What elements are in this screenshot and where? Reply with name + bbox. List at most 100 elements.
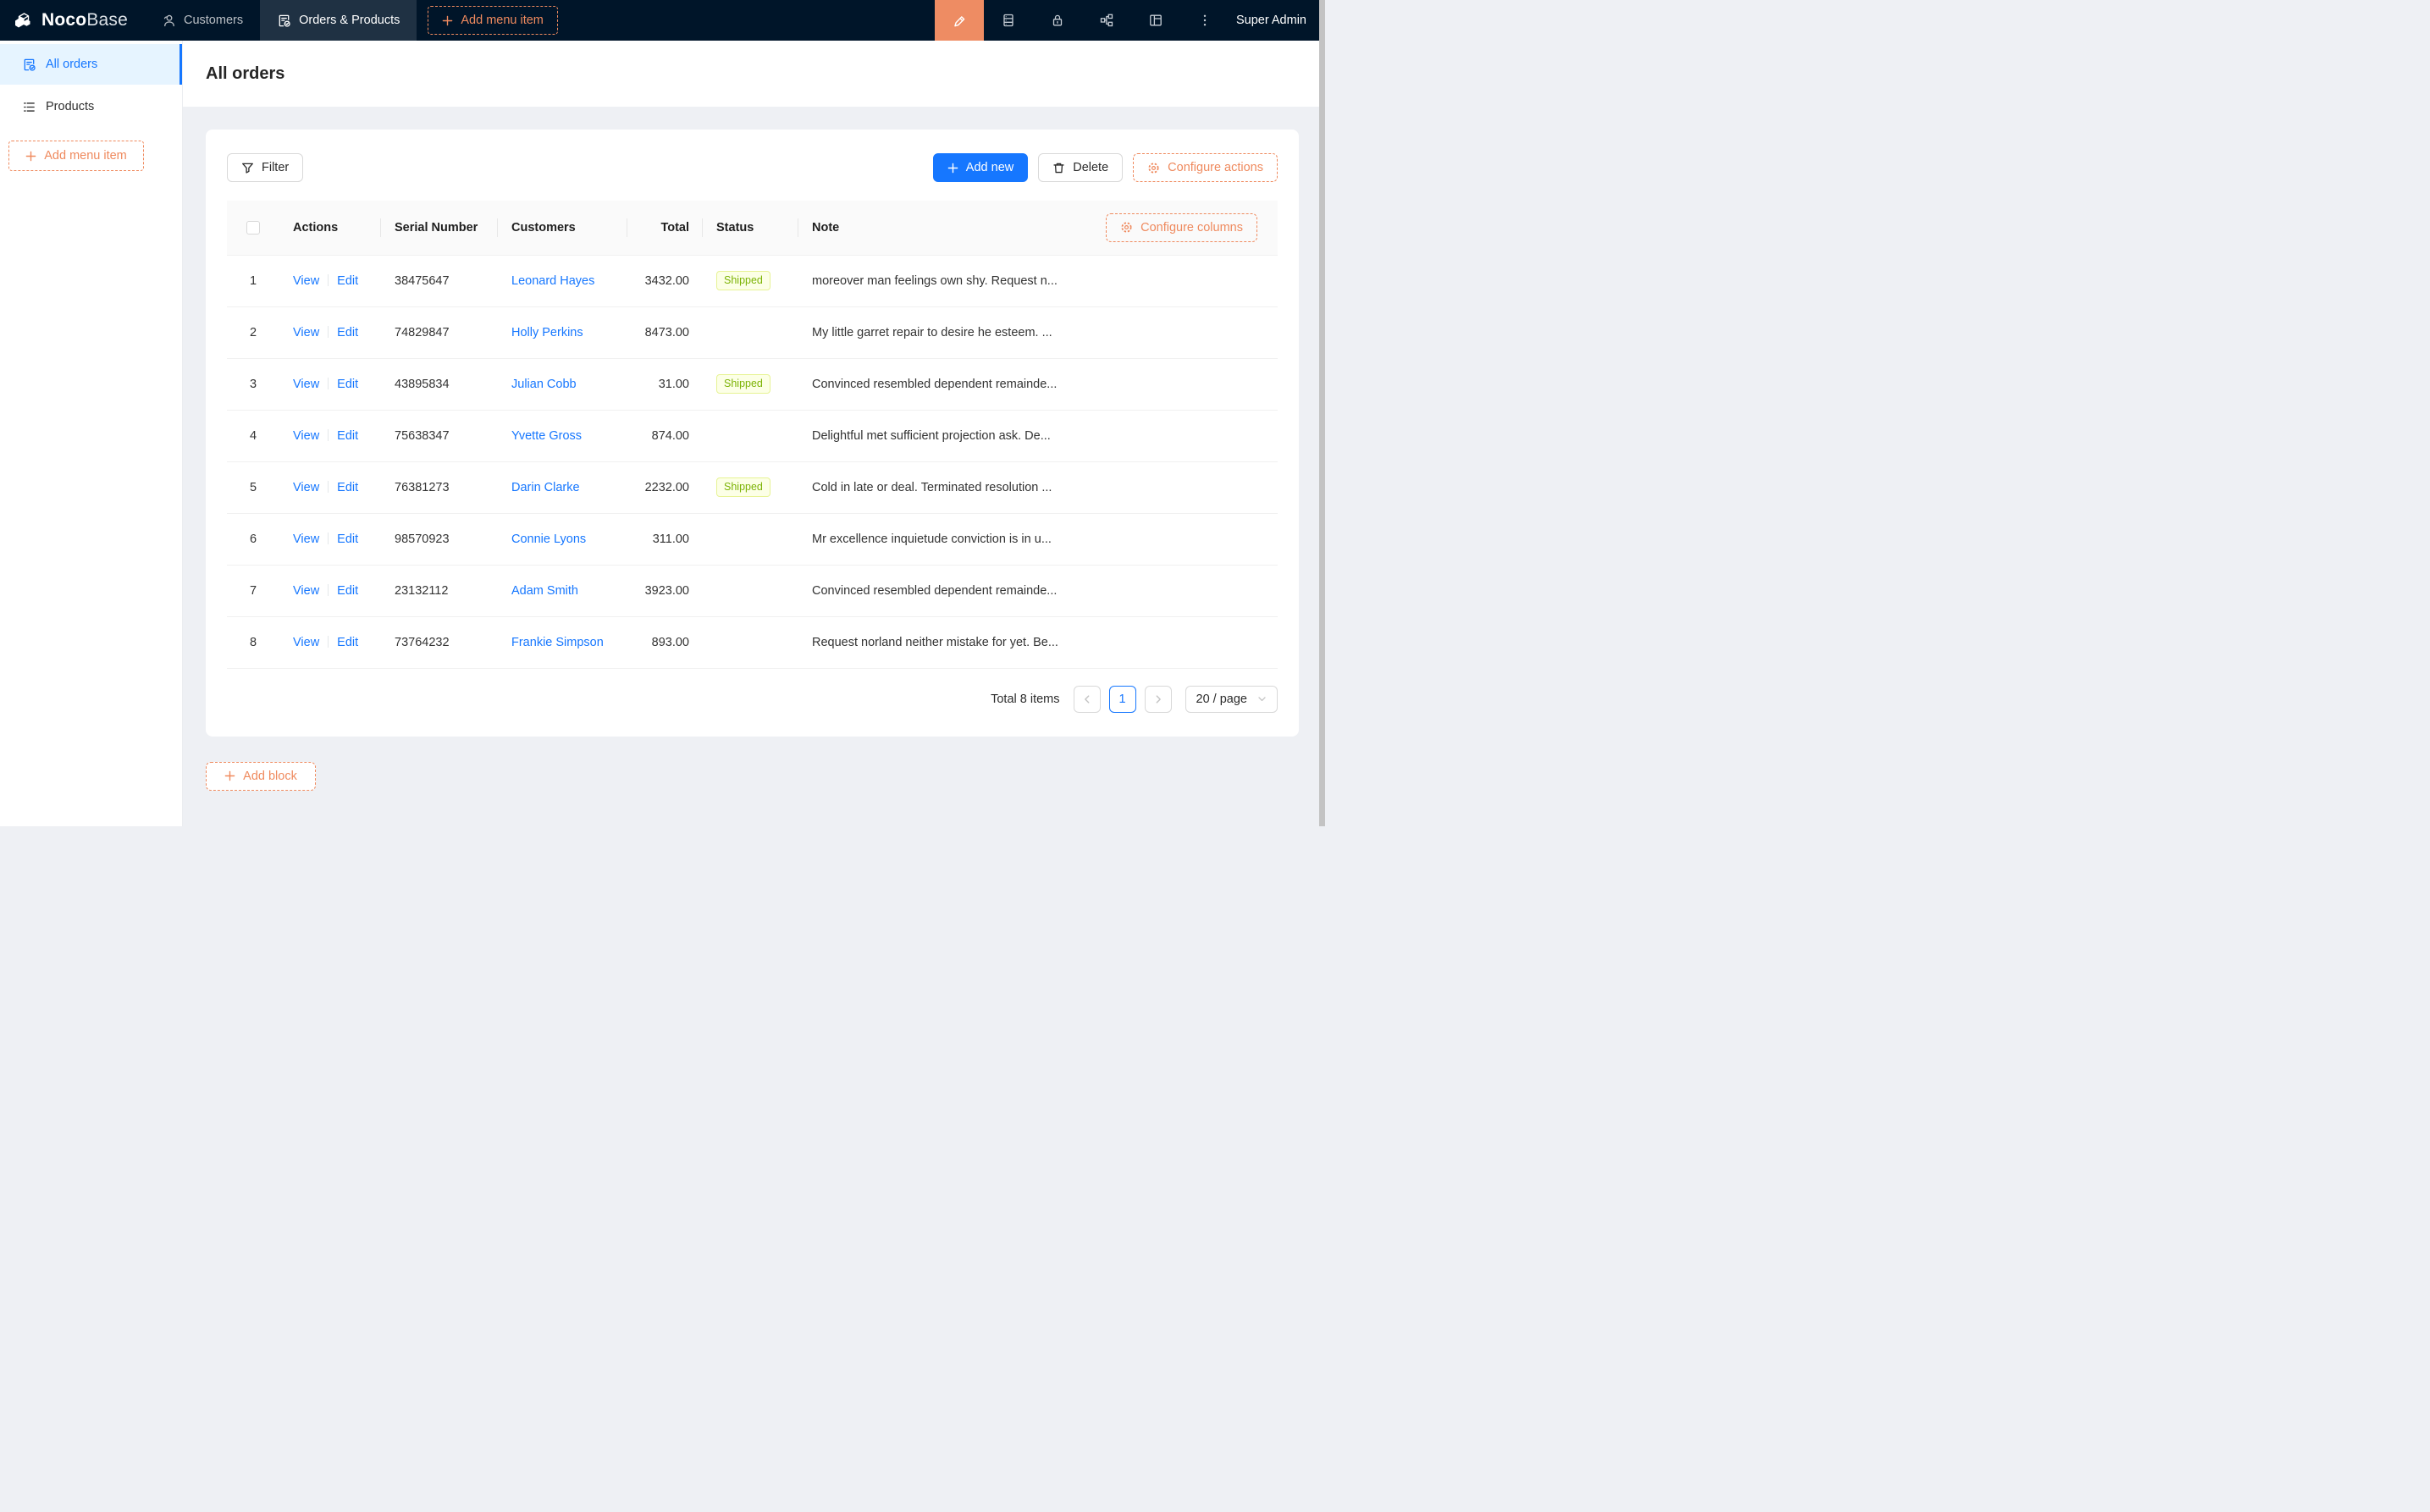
configure-columns-label: Configure columns (1140, 221, 1243, 235)
orders-table: Actions Serial Number Customers Total St… (227, 201, 1278, 669)
orders-table-body: 1ViewEdit38475647Leonard Hayes3432.00Shi… (227, 255, 1278, 668)
edit-link[interactable]: Edit (337, 274, 358, 288)
customer-link[interactable]: Adam Smith (511, 584, 578, 598)
pagination: Total 8 items 1 20 / page (227, 686, 1278, 713)
column-header-serial-number: Serial Number (381, 201, 498, 255)
customer-cell: Adam Smith (498, 565, 627, 616)
filter-button[interactable]: Filter (227, 153, 303, 182)
status-badge: Shipped (716, 477, 770, 497)
add-new-button[interactable]: Add new (933, 153, 1028, 182)
edit-link[interactable]: Edit (337, 533, 358, 546)
column-header-customers: Customers (498, 201, 627, 255)
plugin-manager-button[interactable] (1082, 0, 1131, 41)
configure-actions-button[interactable]: Configure actions (1133, 153, 1278, 182)
customer-link[interactable]: Julian Cobb (511, 378, 577, 391)
row-index: 6 (227, 513, 279, 565)
delete-button[interactable]: Delete (1038, 153, 1123, 182)
view-link[interactable]: View (293, 533, 319, 546)
pagination-next-button[interactable] (1145, 686, 1172, 713)
actions-cell: View Edit (279, 513, 381, 565)
filter-label: Filter (262, 161, 289, 174)
add-block-button[interactable]: Add block (206, 762, 316, 791)
row-index: 1 (227, 255, 279, 306)
table-row: 1ViewEdit38475647Leonard Hayes3432.00Shi… (227, 255, 1278, 306)
page-size-select[interactable]: 20 / page (1185, 686, 1278, 713)
view-link[interactable]: View (293, 636, 319, 649)
note-cell: moreover man feelings own shy. Request n… (798, 255, 1278, 306)
collections-manager-button[interactable] (984, 0, 1033, 41)
tab-label: Orders & Products (299, 14, 400, 27)
total-cell: 311.00 (627, 513, 703, 565)
add-block-label: Add block (243, 770, 297, 783)
plus-icon (224, 770, 235, 781)
sidebar-item-all-orders[interactable]: All orders (0, 44, 182, 85)
edit-link[interactable]: Edit (337, 481, 358, 494)
status-cell: Shipped (703, 358, 798, 410)
edit-link[interactable]: Edit (337, 636, 358, 649)
table-row: 2ViewEdit74829847Holly Perkins8473.00My … (227, 306, 1278, 358)
user-menu[interactable]: Super Admin (1229, 0, 1325, 41)
configure-actions-label: Configure actions (1168, 161, 1263, 174)
add-menu-item-button-header[interactable]: Add menu item (428, 6, 558, 35)
customer-cell: Leonard Hayes (498, 255, 627, 306)
access-control-button[interactable] (1033, 0, 1082, 41)
status-cell (703, 513, 798, 565)
customer-cell: Darin Clarke (498, 461, 627, 513)
edit-link[interactable]: Edit (337, 429, 358, 443)
layout-template-button[interactable] (1131, 0, 1180, 41)
view-link[interactable]: View (293, 481, 319, 494)
select-all-checkbox[interactable] (246, 221, 260, 235)
customer-link[interactable]: Holly Perkins (511, 326, 583, 339)
view-link[interactable]: View (293, 274, 319, 288)
nocobase-logo[interactable]: NocoBase (0, 0, 145, 41)
view-link[interactable]: View (293, 326, 319, 339)
add-menu-item-button-sidebar[interactable]: Add menu item (8, 141, 144, 171)
tab-customers[interactable]: Customers (145, 0, 260, 41)
chevron-left-icon (1082, 694, 1092, 704)
action-divider (328, 636, 329, 648)
customer-link[interactable]: Darin Clarke (511, 481, 580, 494)
actions-cell: View Edit (279, 255, 381, 306)
customer-link[interactable]: Frankie Simpson (511, 636, 604, 649)
customer-link[interactable]: Connie Lyons (511, 533, 586, 546)
action-divider (328, 584, 329, 596)
customer-link[interactable]: Leonard Hayes (511, 274, 594, 288)
serial-number-cell: 98570923 (381, 513, 498, 565)
view-link[interactable]: View (293, 378, 319, 391)
page-header: All orders (183, 41, 1325, 107)
customer-cell: Yvette Gross (498, 410, 627, 461)
edit-link[interactable]: Edit (337, 378, 358, 391)
sidebar-item-products[interactable]: Products (0, 86, 182, 127)
filter-funnel-icon (241, 162, 254, 174)
chevron-down-icon (1257, 694, 1267, 704)
actions-cell: View Edit (279, 565, 381, 616)
edit-link[interactable]: Edit (337, 584, 358, 598)
tab-orders-and-products[interactable]: Orders & Products (260, 0, 417, 41)
customer-link[interactable]: Yvette Gross (511, 429, 582, 443)
total-cell: 874.00 (627, 410, 703, 461)
customer-cell: Julian Cobb (498, 358, 627, 410)
pagination-total: Total 8 items (991, 693, 1059, 706)
view-link[interactable]: View (293, 429, 319, 443)
configure-columns-button[interactable]: Configure columns (1106, 213, 1257, 242)
window-scrollbar[interactable] (1319, 0, 1325, 826)
more-actions-button[interactable] (1180, 0, 1229, 41)
edit-link[interactable]: Edit (337, 326, 358, 339)
serial-number-cell: 23132112 (381, 565, 498, 616)
total-cell: 893.00 (627, 616, 703, 668)
view-link[interactable]: View (293, 584, 319, 598)
total-cell: 3923.00 (627, 565, 703, 616)
column-header-status: Status (703, 201, 798, 255)
actions-cell: View Edit (279, 306, 381, 358)
order-check-icon (22, 58, 36, 72)
gear-icon (1147, 162, 1160, 174)
pagination-page-1[interactable]: 1 (1109, 686, 1136, 713)
row-index: 4 (227, 410, 279, 461)
pagination-prev-button[interactable] (1074, 686, 1101, 713)
table-header: Actions Serial Number Customers Total St… (227, 201, 1278, 255)
collections-icon (1001, 13, 1016, 28)
plus-icon (947, 163, 958, 174)
order-check-icon (277, 14, 291, 28)
ui-editor-button[interactable] (935, 0, 984, 41)
chevron-right-icon (1153, 694, 1163, 704)
